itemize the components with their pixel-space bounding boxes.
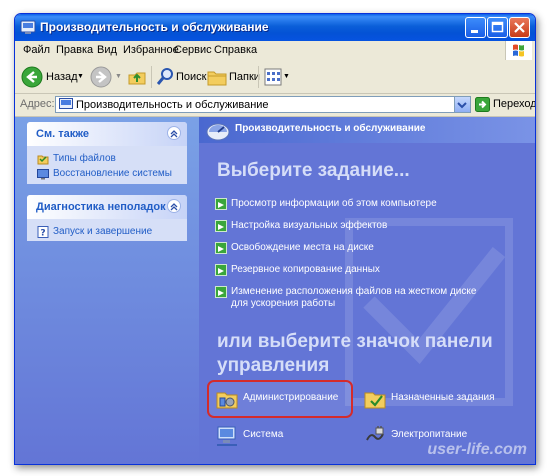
site-watermark: user-life.com xyxy=(427,441,527,458)
troubleshooting-box: Диагностика неполадок ? Запуск и заверше… xyxy=(27,195,187,241)
content-area: См. также Типы файлов Восстановление сис… xyxy=(15,117,535,464)
address-input[interactable]: Производительность и обслуживание xyxy=(55,96,471,113)
menu-tools[interactable]: Сервис xyxy=(174,44,212,56)
cp-system[interactable]: Система xyxy=(215,422,345,450)
task-arrow-icon xyxy=(215,264,227,276)
folders-button[interactable]: Папки xyxy=(229,71,260,83)
menu-view[interactable]: Вид xyxy=(97,44,117,56)
power-options-icon xyxy=(366,426,384,441)
toolbar-separator xyxy=(151,66,152,88)
toolbar-separator xyxy=(258,66,259,88)
back-button[interactable]: Назад xyxy=(46,71,78,83)
maximize-button[interactable] xyxy=(487,17,508,38)
task-pane: См. также Типы файлов Восстановление сис… xyxy=(15,117,199,464)
search-icon[interactable] xyxy=(157,67,175,87)
task-arrow-icon xyxy=(215,198,227,210)
task-arrow-icon xyxy=(215,220,227,232)
cp-administrative-tools[interactable]: Администрирование xyxy=(215,385,345,413)
main-pane: Производительность и обслуживание Выбери… xyxy=(199,117,535,464)
close-button[interactable] xyxy=(509,17,530,38)
troubleshooting-header[interactable]: Диагностика неполадок xyxy=(27,195,187,219)
troubleshooting-title: Диагностика неполадок xyxy=(36,201,166,213)
svg-text:?: ? xyxy=(40,229,45,239)
forward-arrow-icon[interactable] xyxy=(90,66,112,88)
explorer-window: Производительность и обслуживание Файл П… xyxy=(14,13,536,465)
control-panel-icon xyxy=(20,20,36,34)
menu-edit[interactable]: Правка xyxy=(56,44,93,56)
folders-icon[interactable] xyxy=(207,68,227,86)
back-dropdown-icon[interactable]: ▼ xyxy=(77,73,84,80)
menu-help[interactable]: Справка xyxy=(214,44,257,56)
up-folder-icon[interactable] xyxy=(127,67,147,87)
link-startup-shutdown[interactable]: ? Запуск и завершение xyxy=(37,225,187,240)
collapse-chevron-icon[interactable] xyxy=(167,126,181,140)
performance-category-icon xyxy=(206,123,230,141)
maximize-icon xyxy=(491,21,504,33)
search-button[interactable]: Поиск xyxy=(176,71,206,83)
address-label: Адрес: xyxy=(20,98,55,110)
back-arrow-icon[interactable] xyxy=(21,66,43,88)
minimize-button[interactable] xyxy=(465,17,486,38)
views-dropdown-icon[interactable]: ▼ xyxy=(283,73,290,80)
link-file-types[interactable]: Типы файлов xyxy=(37,152,187,167)
toolbar: Назад ▼ ▼ Поиск Папки ▼ xyxy=(15,60,535,94)
category-header: Производительность и обслуживание xyxy=(199,117,535,143)
address-dropdown-icon[interactable] xyxy=(454,97,470,112)
forward-dropdown-icon[interactable]: ▼ xyxy=(115,73,122,80)
window-title: Производительность и обслуживание xyxy=(40,20,269,34)
go-arrow-icon xyxy=(475,97,490,112)
see-also-box: См. также Типы файлов Восстановление сис… xyxy=(27,122,187,184)
views-icon[interactable] xyxy=(264,68,282,86)
collapse-chevron-icon[interactable] xyxy=(167,199,181,213)
task-arrow-icon xyxy=(215,286,227,298)
title-bar[interactable]: Производительность и обслуживание xyxy=(15,14,535,41)
system-icon xyxy=(217,426,237,446)
menu-favorites[interactable]: Избранное xyxy=(123,44,179,56)
close-icon xyxy=(514,22,525,33)
menu-bar: Файл Правка Вид Избранное Сервис Справка xyxy=(15,41,535,61)
scheduled-tasks-icon xyxy=(364,392,386,409)
windows-logo-icon xyxy=(505,41,532,60)
task-arrow-icon xyxy=(215,242,227,254)
pick-icon-heading: или выберите значок панели управления xyxy=(217,331,493,376)
category-title: Производительность и обслуживание xyxy=(235,123,426,134)
administrative-tools-icon xyxy=(216,392,238,409)
control-panel-icon xyxy=(59,98,73,109)
see-also-header[interactable]: См. также xyxy=(27,122,187,146)
file-types-icon xyxy=(37,155,49,165)
minimize-icon xyxy=(471,30,478,33)
system-restore-icon xyxy=(37,169,49,180)
address-bar: Адрес: Производительность и обслуживание… xyxy=(15,94,535,117)
menu-file[interactable]: Файл xyxy=(23,44,50,56)
link-system-restore[interactable]: Восстановление системы xyxy=(37,167,187,182)
task-rearrange-files[interactable]: Изменение расположения файлов на жестком… xyxy=(215,286,515,312)
cp-scheduled-tasks[interactable]: Назначенные задания xyxy=(363,385,513,413)
address-value: Производительность и обслуживание xyxy=(76,99,269,111)
pick-task-heading: Выберите задание... xyxy=(217,160,410,181)
go-label: Переход xyxy=(493,98,536,110)
help-icon: ? xyxy=(37,226,49,238)
see-also-title: См. также xyxy=(36,128,89,140)
